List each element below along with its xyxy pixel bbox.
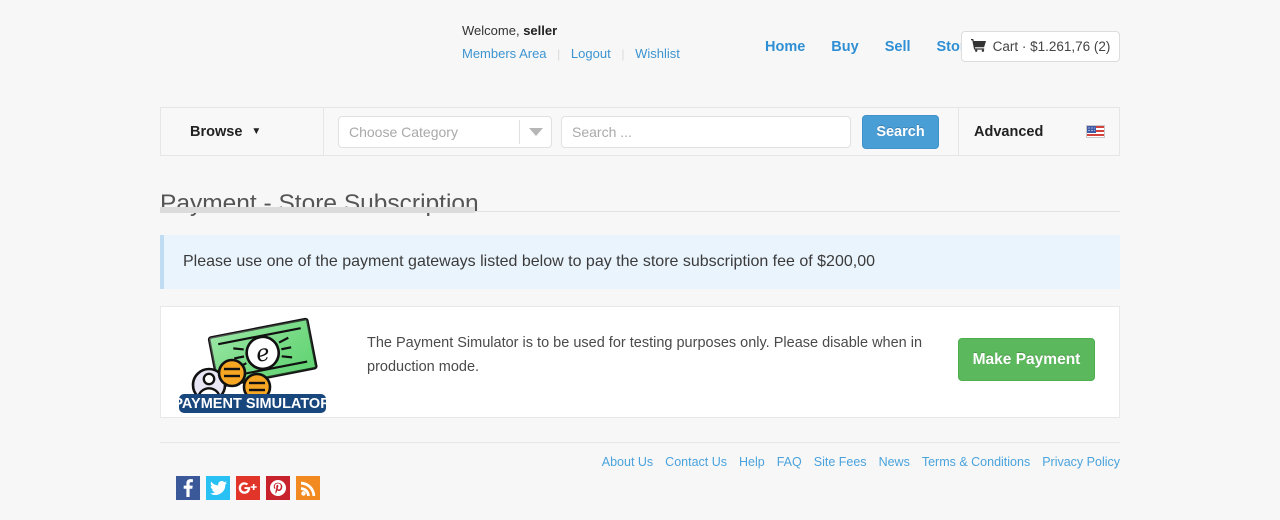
search-button[interactable]: Search <box>862 115 939 149</box>
cart-label: Cart · $1.261,76 (2) <box>993 39 1111 54</box>
page-title: Payment - Store Subscription <box>160 190 479 218</box>
payment-gateway-panel: e <box>160 306 1120 418</box>
category-select-value: Choose Category <box>339 124 519 140</box>
footer-link-faq[interactable]: FAQ <box>777 455 802 469</box>
footer-divider <box>160 442 1120 443</box>
social-links <box>176 476 320 500</box>
nav-item-home[interactable]: Home <box>765 39 805 55</box>
title-rule-accent <box>160 207 475 213</box>
browse-label: Browse <box>190 124 242 140</box>
payment-simulator-banner-text: PAYMENT SIMULATOR <box>179 396 329 412</box>
link-members-area[interactable]: Members Area <box>462 46 547 61</box>
advanced-search-cell: Advanced <box>959 108 1119 155</box>
category-select[interactable]: Choose Category <box>338 116 552 148</box>
footer-link-help[interactable]: Help <box>739 455 765 469</box>
account-link-separator: | <box>614 46 631 63</box>
welcome-text: Welcome, seller <box>462 22 762 39</box>
google-plus-icon[interactable] <box>236 476 260 500</box>
footer-link-news[interactable]: News <box>879 455 910 469</box>
search-toolbar: Browse ▼ Choose Category Search Advanced <box>160 107 1120 156</box>
welcome-username: seller <box>523 23 557 38</box>
browse-menu-button[interactable]: Browse ▼ <box>161 108 324 155</box>
account-link-separator: | <box>550 46 567 63</box>
make-payment-button[interactable]: Make Payment <box>958 338 1095 381</box>
shopping-cart-icon <box>971 39 986 54</box>
footer-link-site-fees[interactable]: Site Fees <box>814 455 867 469</box>
footer-link-terms[interactable]: Terms & Conditions <box>922 455 1030 469</box>
footer-link-contact-us[interactable]: Contact Us <box>665 455 727 469</box>
twitter-icon[interactable] <box>206 476 230 500</box>
payment-simulator-logo: e <box>179 313 329 413</box>
us-flag-icon[interactable] <box>1086 125 1105 138</box>
nav-item-sell[interactable]: Sell <box>885 39 911 55</box>
footer-link-privacy[interactable]: Privacy Policy <box>1042 455 1120 469</box>
account-links: Members Area | Logout | Wishlist <box>462 45 762 63</box>
info-alert-message: Please use one of the payment gateways l… <box>183 253 875 271</box>
nav-item-buy[interactable]: Buy <box>831 39 858 55</box>
account-block: Welcome, seller Members Area | Logout | … <box>462 22 762 63</box>
footer-links: About Us Contact Us Help FAQ Site Fees N… <box>602 455 1120 469</box>
info-alert: Please use one of the payment gateways l… <box>160 235 1120 289</box>
facebook-icon[interactable] <box>176 476 200 500</box>
footer-link-about-us[interactable]: About Us <box>602 455 653 469</box>
pinterest-icon[interactable] <box>266 476 290 500</box>
rss-icon[interactable] <box>296 476 320 500</box>
search-input[interactable] <box>561 116 851 148</box>
welcome-prefix: Welcome, <box>462 23 520 38</box>
gateway-description: The Payment Simulator is to be used for … <box>367 331 927 379</box>
chevron-down-icon: ▼ <box>251 126 261 137</box>
page-root: Welcome, seller Members Area | Logout | … <box>0 0 1280 520</box>
link-logout[interactable]: Logout <box>571 46 611 61</box>
cart-button[interactable]: Cart · $1.261,76 (2) <box>961 31 1120 62</box>
advanced-search-link[interactable]: Advanced <box>974 124 1043 140</box>
site-header: Welcome, seller Members Area | Logout | … <box>0 0 1280 88</box>
chevron-down-icon <box>520 128 551 136</box>
link-wishlist[interactable]: Wishlist <box>635 46 680 61</box>
search-controls: Choose Category Search <box>324 108 959 155</box>
